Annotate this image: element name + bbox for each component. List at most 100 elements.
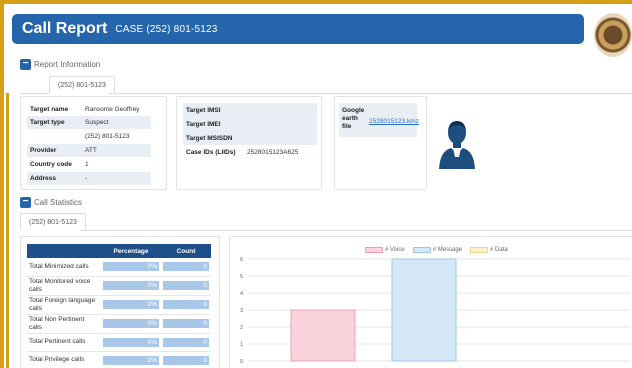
report-info-collapse-button[interactable]: − (20, 59, 31, 70)
tab-divider (109, 93, 632, 94)
stat-count-bar: 0 (163, 337, 209, 347)
target-info-row: (252) 801-5123 (27, 130, 151, 143)
stat-percentage-cell: 0% (101, 351, 161, 368)
target-id-row: Target IMSI (183, 103, 317, 117)
agency-seal-logo (594, 13, 632, 57)
case-number: CASE (252) 801-5123 (115, 23, 218, 35)
user-avatar-icon (439, 121, 475, 169)
stat-percentage-bar: 0% (103, 300, 159, 309)
stat-percentage-cell: 0% (101, 314, 161, 334)
stat-count-bar: 0 (163, 281, 209, 290)
google-earth-key: Google earth file (342, 107, 365, 130)
target-info-row: Provider ATT (27, 144, 151, 157)
target-info-row: Target type Suspect (27, 116, 151, 129)
stat-count-cell: 0 (161, 276, 211, 296)
target-info-value: Ransome Geoffrey (85, 106, 140, 113)
stat-count-bar: 0 (163, 262, 209, 272)
y-tick-label: 3 (240, 308, 243, 314)
table-row: Total Monitored voice calls 0% 0 (27, 276, 211, 296)
stat-percentage-cell: 0% (101, 276, 161, 296)
target-ids-panel: Target IMSI Target IMEI Target MSISDN Case … (176, 96, 322, 190)
table-header-percentage: Percentage (101, 244, 161, 258)
table-header-blank (27, 244, 101, 258)
stat-label: Total Non Pertinent calls (27, 314, 101, 334)
target-id-key: Case IDs (LIIDs) (186, 148, 236, 156)
frame-left-border-inner (6, 93, 9, 368)
call-stats-collapse-button[interactable]: − (20, 197, 31, 208)
y-tick-label: 4 (240, 291, 243, 297)
stat-label: Total Privilege calls (27, 351, 101, 368)
target-info-key: Target name (30, 106, 69, 113)
y-tick-label: 2 (240, 325, 243, 331)
table-header-count: Count (161, 244, 211, 258)
target-id-value: 2528015123A625 (247, 148, 299, 156)
target-id-row: Target IMEI (183, 117, 317, 131)
target-info-key: Country code (30, 161, 72, 168)
chart-bar-message[interactable] (391, 258, 457, 362)
y-tick-label: 6 (240, 257, 243, 263)
target-id-key: Target IMEI (186, 120, 221, 128)
target-id-row: Target MSISDN (183, 131, 317, 145)
y-tick-label: 1 (240, 342, 243, 348)
google-earth-panel: Google earth file 2528015123.kmz (334, 96, 427, 190)
target-id-row: Case IDs (LIIDs) 2528015123A625 (183, 145, 317, 159)
page-title: Call Report (22, 20, 108, 37)
stat-percentage-bar: 0% (103, 337, 159, 347)
stat-percentage-cell: 0% (101, 258, 161, 277)
y-tick-label: 0 (240, 359, 243, 365)
stat-percentage-bar: 0% (103, 281, 159, 290)
stat-label: Total Pertinent calls (27, 333, 101, 352)
stat-count-cell: 0 (161, 314, 211, 334)
stat-percentage-bar: 0% (103, 355, 159, 365)
stat-count-bar: 0 (163, 300, 209, 309)
target-id-key: Target IMSI (186, 106, 221, 114)
stat-label: Total Minimized calls (27, 258, 101, 277)
google-earth-file-link[interactable]: 2528015123.kmz (369, 118, 419, 125)
stat-label: Total Monitored voice calls (27, 276, 101, 296)
table-row: Total Minimized calls 0% 0 (27, 258, 211, 277)
call-chart-panel: # Voice # Message # Data 0123456 (229, 236, 632, 368)
target-info-panel: Target name Ransome Geoffrey Target type Su… (20, 96, 167, 190)
stat-percentage-cell: 0% (101, 333, 161, 352)
stat-percentage-bar: 0% (103, 262, 159, 272)
stat-count-cell: 0 (161, 295, 211, 315)
table-row: Total Foreign language calls 0% 0 (27, 295, 211, 315)
table-row: Total Pertinent calls 0% 0 (27, 333, 211, 352)
target-info-row: Country code 1 (27, 158, 151, 171)
report-header: Call Report CASE (252) 801-5123 (12, 14, 584, 44)
stat-count-bar: 0 (163, 319, 209, 328)
tab-call-stats-number[interactable]: (252) 801-5123 (20, 213, 86, 231)
call-stats-table: Percentage Count Total Minimized calls 0%… (27, 244, 211, 368)
table-row: Total Non Pertinent calls 0% 0 (27, 314, 211, 334)
chart-bar-voice[interactable] (290, 309, 356, 362)
target-info-value: ATT (85, 147, 97, 154)
target-id-key: Target MSISDN (186, 134, 233, 142)
stat-percentage-cell: 0% (101, 295, 161, 315)
tab-divider (20, 93, 49, 94)
call-bar-chart: 0 1 2 3 4 5 6 (240, 257, 630, 365)
target-info-value: Suspect (85, 119, 109, 126)
target-info-value: 1 (85, 161, 89, 168)
stat-label: Total Foreign language calls (27, 295, 101, 315)
target-info-key: Address (30, 175, 57, 182)
frame-top-border (0, 0, 632, 4)
tab-divider (80, 230, 632, 231)
table-row: Total Privilege calls 0% 0 (27, 351, 211, 368)
google-earth-row: Google earth file 2528015123.kmz (339, 103, 419, 137)
call-stats-label: Call Statistics (34, 198, 83, 207)
stat-count-cell: 0 (161, 333, 211, 352)
stat-count-cell: 0 (161, 258, 211, 277)
target-info-key: Provider (30, 147, 57, 154)
tab-report-number[interactable]: (252) 801-5123 (49, 76, 115, 94)
target-info-row: Address - (27, 172, 151, 185)
report-info-label: Report Information (34, 60, 101, 69)
stat-count-bar: 0 (163, 355, 209, 365)
stat-percentage-bar: 0% (103, 319, 159, 328)
stat-count-cell: 0 (161, 351, 211, 368)
y-tick-label: 5 (240, 274, 243, 280)
target-info-key: Target type (30, 119, 65, 126)
frame-left-border (0, 0, 4, 368)
target-info-value: (252) 801-5123 (85, 133, 130, 140)
target-info-value: - (85, 175, 88, 182)
target-info-row: Target name Ransome Geoffrey (27, 103, 151, 116)
